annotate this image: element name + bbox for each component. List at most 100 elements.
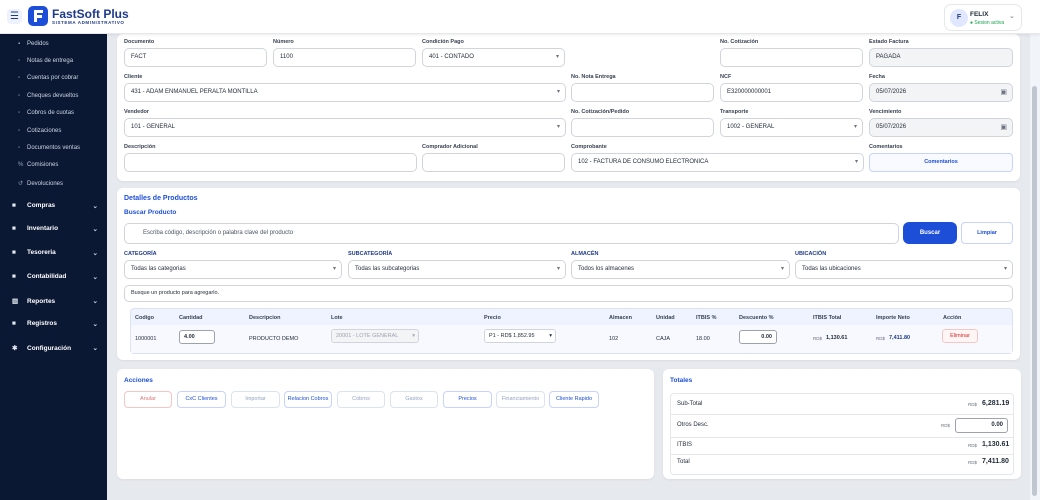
cliente-select[interactable]: 431 - ADAM ENMANUEL PERALTA MONTILLA ▾ [124, 83, 566, 102]
otros-label: Otros Desc. [677, 422, 709, 428]
condicion-select[interactable]: 401 - CONTADO ▾ [422, 48, 565, 67]
ubicacion-value: Todas las ubicaciones [802, 266, 861, 272]
vencimiento-field[interactable]: 05/07/2026 ▣ [869, 118, 1013, 137]
search-input[interactable]: Escriba código, descripción o palabra cl… [124, 223, 899, 244]
sidebar-section-reportes[interactable]: ▥ Reportes ⌄ [12, 297, 98, 305]
almacen-select[interactable]: Todos los almacenes ▾ [571, 260, 790, 279]
sidebar-item-cotizaciones[interactable]: ▫ Cotizaciones [18, 128, 61, 134]
cxc-clientes-button[interactable]: CxC Clientes [177, 391, 226, 408]
calculator-icon: ■ [12, 273, 16, 280]
precios-button[interactable]: Precios [443, 391, 492, 408]
total-label: Total [677, 459, 690, 465]
otros-currency: RD$ [941, 423, 951, 428]
sidebar-item-cxc[interactable]: ▫ Cuentas por cobrar [18, 75, 78, 81]
otros-field[interactable]: 0.00 [955, 418, 1008, 433]
limpiar-button[interactable]: Limpiar [961, 222, 1013, 244]
menu-icon[interactable]: ☰ [7, 9, 22, 24]
comprobante-select[interactable]: 102 - FACTURA DE CONSUMO ELECTRONICA ▾ [571, 153, 864, 172]
eliminar-button[interactable]: Eliminar [942, 329, 978, 343]
user-status: ● Sesion activa [970, 20, 1005, 26]
comprador-field[interactable] [422, 153, 565, 172]
col-accion: Acción [943, 315, 962, 321]
chevron-down-icon: ⌄ [92, 274, 98, 281]
cotizacion-field[interactable] [720, 48, 863, 67]
cotizacion-pedido-field[interactable] [571, 118, 714, 137]
buscar-button[interactable]: Buscar [903, 222, 957, 244]
sidebar-section-inventario[interactable]: ■ Inventario ⌄ [12, 225, 98, 233]
document-icon: ▪ [18, 41, 21, 47]
scrollbar-thumb[interactable] [1032, 86, 1037, 496]
cobros-button[interactable]: Cobros [337, 391, 385, 408]
row-itbis-total: 1,130.61 [826, 335, 848, 341]
sidebar-item-label: Notas de entrega [27, 58, 74, 64]
importe-currency: RD$ [876, 336, 886, 341]
chevron-down-icon: ▾ [555, 54, 559, 60]
financiamiento-button[interactable]: Financiamiento [496, 391, 545, 408]
sidebar-section-label: Contabilidad [27, 273, 67, 280]
documento-field[interactable]: FACT [124, 48, 267, 67]
relacion-cobros-button[interactable]: Relacion Cobros [284, 391, 332, 408]
sidebar-item-cheques[interactable]: ▫ Cheques devueltos [18, 93, 78, 99]
page-scrollbar[interactable] [1030, 34, 1040, 500]
row-unidad: CAJA [656, 336, 671, 342]
sidebar-item-documentos[interactable]: ▫ Documentos ventas [18, 145, 80, 151]
calendar-icon[interactable]: ▣ [1000, 119, 1007, 136]
sidebar-item-label: Comisiones [27, 162, 59, 168]
ncf-field[interactable]: E320000000001 [720, 83, 863, 102]
chevron-down-icon: ⌄ [92, 321, 98, 328]
quote-icon: ▫ [18, 128, 21, 134]
quantity-field[interactable]: 4.00 [179, 330, 215, 344]
sidebar-item-pedidos[interactable]: ▪ Pedidos [18, 41, 49, 47]
descripcion-label: Descripción [124, 144, 156, 150]
col-descripcion: Descripcion [249, 315, 281, 321]
cliente-value: 431 - ADAM ENMANUEL PERALTA MONTILLA [131, 89, 258, 95]
discount-field[interactable]: 0.00 [739, 330, 777, 344]
sidebar-item-notas[interactable]: ▫ Notas de entrega [18, 58, 73, 64]
sidebar-item-comisiones[interactable]: % Comisiones [18, 162, 58, 168]
fecha-field[interactable]: 05/07/2026 ▣ [869, 83, 1013, 102]
chevron-down-icon: ▾ [412, 333, 415, 339]
comentarios-button[interactable]: Comentarios [869, 153, 1013, 172]
main-content: Documento FACT Número 1100 Condición Pag… [107, 34, 1030, 500]
sidebar-section-registros[interactable]: ■ Registros ⌄ [12, 320, 98, 328]
anular-button[interactable]: Anular [124, 391, 172, 408]
vendedor-select[interactable]: 101 - GENERAL ▾ [124, 118, 566, 137]
documento-label: Documento [124, 39, 155, 45]
categoria-select[interactable]: Todas las categorias ▾ [124, 260, 342, 279]
gastos-button[interactable]: Gastos [390, 391, 438, 408]
sidebar-section-compras[interactable]: ■ Compras ⌄ [12, 202, 98, 210]
totals-card: Totales Sub-Total RD$ 6,281.19 Otros Des… [663, 369, 1021, 479]
col-itbis-total: ITBIS Total [813, 315, 842, 321]
subcategoria-select[interactable]: Todas las subcategorias ▾ [348, 260, 566, 279]
chevron-down-icon: ⌄ [92, 298, 98, 305]
ubicacion-select[interactable]: Todas las ubicaciones ▾ [795, 260, 1013, 279]
search-label: Buscar Producto [124, 209, 177, 216]
numero-label: Número [273, 39, 294, 45]
calendar-icon[interactable]: ▣ [1000, 84, 1007, 101]
comprobante-label: Comprobante [571, 144, 607, 150]
precio-select[interactable]: P1 - RD$ 1,852.95 ▾ [484, 329, 556, 343]
col-itbis-pct: ITBIS % [696, 315, 717, 321]
divider [671, 414, 1013, 415]
sidebar-section-tesoreria[interactable]: ■ Tesoreria ⌄ [12, 249, 98, 257]
sidebar-item-devoluciones[interactable]: ↺ Devoluciones [18, 180, 63, 187]
chevron-down-icon: ⌄ [92, 345, 98, 352]
descripcion-field[interactable] [124, 153, 417, 172]
transporte-select[interactable]: 1002 - GENERAL ▾ [720, 118, 863, 137]
chevron-down-icon: ⌄ [92, 203, 98, 210]
cliente-rapido-button[interactable]: Cliente Rapido [549, 391, 599, 408]
sales-doc-icon: ▫ [18, 145, 21, 151]
lote-select[interactable]: 20001 - LOTE GENERAL ▾ [331, 329, 419, 343]
user-menu[interactable]: F FELIX ● Sesion activa ⌄ [944, 4, 1022, 31]
nota-entrega-field[interactable] [571, 83, 714, 102]
categoria-value: Todas las categorias [131, 266, 186, 272]
search-hint: Busque un producto para agregarlo. [124, 285, 1013, 302]
sidebar-section-configuracion[interactable]: ✱ Configuración ⌄ [12, 344, 98, 352]
vencimiento-value: 05/07/2026 [876, 124, 907, 130]
condicion-label: Condición Pago [422, 39, 464, 45]
sidebar-item-cobros[interactable]: ▫ Cobros de cuotas [18, 110, 74, 116]
importar-button[interactable]: Importar [231, 391, 280, 408]
sidebar-section-contabilidad[interactable]: ■ Contabilidad ⌄ [12, 273, 98, 281]
numero-field[interactable]: 1100 [273, 48, 416, 67]
sidebar-item-label: Documentos ventas [27, 145, 81, 151]
